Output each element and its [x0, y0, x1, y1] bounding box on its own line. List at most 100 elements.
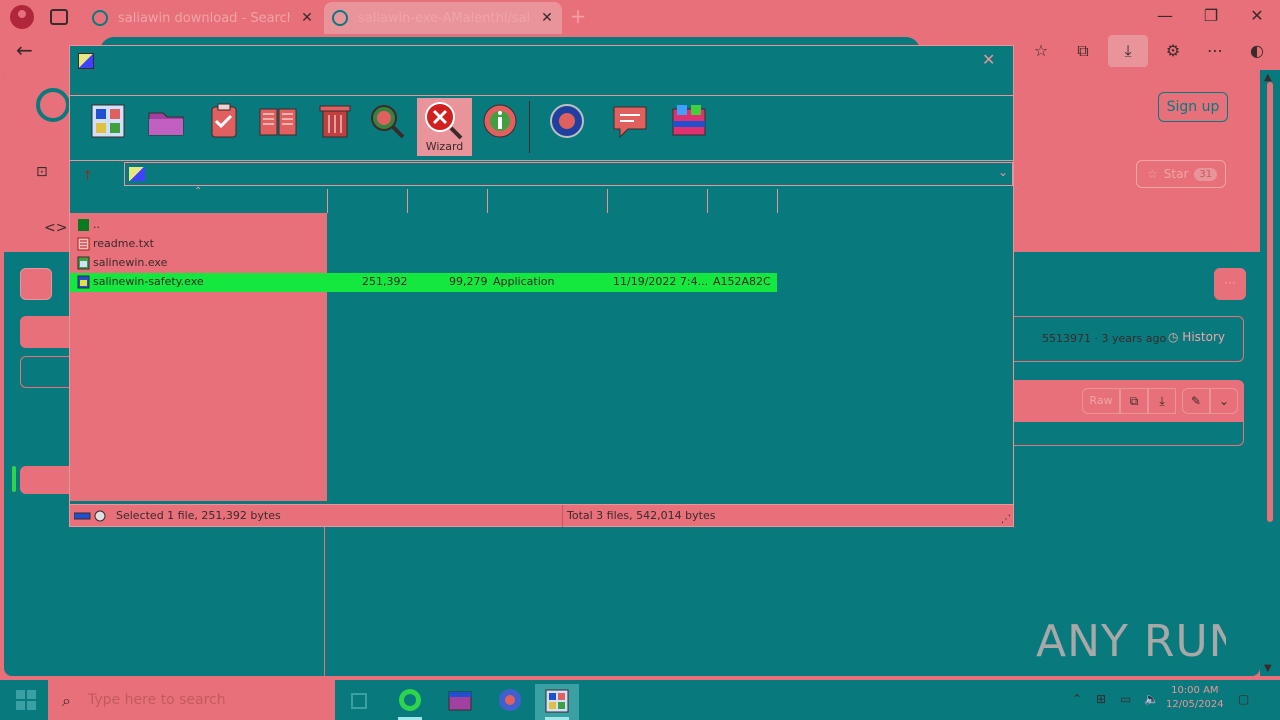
- file-list: ⌃ .. readme.txt salinewin.exe salinewin-…: [70, 186, 1013, 501]
- info-icon[interactable]: [480, 101, 520, 141]
- file-name: salinewin-safety.exe: [93, 275, 204, 288]
- list-item-selected[interactable]: salinewin-safety.exe 251,392 99,279 Appl…: [70, 273, 777, 292]
- column-header-modified[interactable]: [607, 189, 707, 213]
- virus-scan-icon[interactable]: [547, 101, 587, 141]
- comment-icon[interactable]: [610, 101, 650, 141]
- download-raw-icon[interactable]: ⤓: [1148, 388, 1176, 414]
- list-item[interactable]: salinewin.exe: [70, 254, 777, 273]
- close-icon[interactable]: ✕: [982, 50, 995, 69]
- favorites-star-icon[interactable]: ☆: [1030, 40, 1052, 62]
- wizard-icon: [425, 102, 463, 140]
- column-header-row: ⌃: [70, 186, 1013, 213]
- window-titlebar[interactable]: ✕: [70, 46, 1013, 95]
- repo-icon: ⊡: [36, 164, 48, 180]
- parent-folder-icon: [78, 219, 89, 231]
- back-arrow-icon[interactable]: ←: [16, 38, 33, 62]
- copilot-icon[interactable]: ◐: [1246, 40, 1268, 62]
- download-icon[interactable]: ⤓: [1117, 40, 1139, 62]
- restore-button[interactable]: ❐: [1196, 6, 1226, 28]
- page-scrollbar[interactable]: ▲ ▼: [1260, 70, 1280, 676]
- history-icon: ◷: [1168, 330, 1183, 344]
- status-selected: Selected 1 file, 251,392 bytes: [116, 509, 281, 522]
- code-tab-icon[interactable]: <>: [44, 220, 67, 236]
- exe-file-icon: [77, 256, 90, 270]
- wizard-button[interactable]: Wizard: [417, 98, 472, 156]
- column-header-packed[interactable]: [407, 189, 487, 213]
- active-item-indicator: [12, 466, 16, 492]
- chevron-down-icon[interactable]: ⌄: [998, 165, 1008, 179]
- column-header-crc[interactable]: [707, 189, 777, 213]
- extract-to-folder-icon[interactable]: [146, 101, 186, 141]
- sort-caret-icon: ⌃: [194, 186, 203, 197]
- star-button[interactable]: ☆ Star 31: [1136, 160, 1226, 188]
- file-crc: A152A82C: [713, 275, 771, 288]
- close-window-button[interactable]: ✕: [1242, 6, 1272, 28]
- raw-button[interactable]: Raw: [1082, 388, 1120, 414]
- file-name: readme.txt: [93, 237, 154, 250]
- add-files-icon[interactable]: [88, 101, 128, 141]
- edit-pencil-icon[interactable]: ✎: [1182, 388, 1210, 414]
- anyrun-watermark: ANY RUN: [1036, 606, 1226, 670]
- delete-trash-icon[interactable]: [315, 101, 355, 141]
- anyrun-logo-icon: ANY RUN: [1036, 616, 1226, 667]
- notifications-icon[interactable]: ▢: [1238, 692, 1249, 706]
- test-clipboard-icon[interactable]: [204, 101, 244, 141]
- scroll-down-icon[interactable]: ▼: [1264, 663, 1272, 674]
- file-content-frame: [1004, 422, 1244, 446]
- browser-icon[interactable]: [488, 684, 532, 720]
- new-tab-button[interactable]: +: [566, 6, 590, 28]
- browser-tab-github[interactable]: saliawin-exe-AMalenthi/saliawin ✕: [324, 2, 562, 34]
- more-menu-icon[interactable]: ⋯: [1204, 40, 1226, 62]
- column-header-size[interactable]: [327, 189, 407, 213]
- profile-avatar[interactable]: [10, 5, 34, 29]
- file-type: Application: [493, 275, 555, 288]
- sfx-icon[interactable]: [669, 101, 709, 141]
- drive-key-icon[interactable]: [74, 510, 110, 522]
- copy-icon[interactable]: ⧉: [1120, 388, 1148, 414]
- exe-file-icon: [77, 275, 90, 289]
- extensions-icon[interactable]: ⚙: [1162, 40, 1184, 62]
- resize-grip-icon[interactable]: ⋰: [1001, 514, 1011, 525]
- show-hidden-icons-icon[interactable]: ⌃: [1072, 692, 1082, 706]
- column-header-name[interactable]: ⌃: [70, 186, 327, 213]
- file-name: salinewin.exe: [93, 256, 168, 269]
- volume-icon[interactable]: 🔈: [1144, 692, 1159, 706]
- minimize-button[interactable]: —: [1150, 6, 1180, 28]
- windows-start-icon[interactable]: [16, 690, 36, 710]
- toolbar-separator: [529, 101, 530, 153]
- view-book-icon[interactable]: [258, 101, 298, 141]
- tab-close-icon[interactable]: ✕: [540, 10, 554, 26]
- find-magnifier-icon[interactable]: [367, 101, 407, 141]
- display-icon[interactable]: ▭: [1120, 692, 1131, 706]
- edge-browser-icon[interactable]: [388, 684, 432, 720]
- column-header-type[interactable]: [487, 189, 607, 213]
- side-panel-toggle-button[interactable]: [20, 268, 52, 300]
- github-favicon-icon: [332, 10, 348, 26]
- tab-actions-icon[interactable]: [50, 9, 68, 25]
- history-link[interactable]: ◷ History: [1168, 330, 1225, 344]
- watermark-text: ANY RUN: [1036, 616, 1226, 667]
- file-explorer-icon[interactable]: [438, 684, 482, 720]
- scroll-thumb[interactable]: [1267, 82, 1273, 522]
- commit-info[interactable]: 5513971 · 3 years ago: [1042, 332, 1166, 345]
- network-icon[interactable]: ⊞: [1096, 692, 1106, 706]
- list-item[interactable]: readme.txt: [70, 235, 777, 254]
- up-folder-arrow-icon[interactable]: 🡑: [84, 165, 91, 189]
- history-label: History: [1182, 330, 1225, 344]
- chevron-down-icon[interactable]: ⌄: [1210, 388, 1238, 414]
- list-item[interactable]: ..: [70, 216, 777, 235]
- tab-close-icon[interactable]: ✕: [300, 10, 314, 26]
- search-icon: ⌕: [62, 691, 71, 710]
- archive-path-combobox[interactable]: ⌄: [124, 162, 1013, 186]
- file-modified: 11/19/2022 7:4...: [613, 275, 709, 288]
- sign-up-button[interactable]: Sign up: [1158, 92, 1228, 122]
- browser-tab-search[interactable]: saliawin download - Search ✕: [84, 2, 322, 34]
- system-clock[interactable]: 10:00 AM 12/05/2024: [1166, 684, 1224, 712]
- star-icon: ☆: [1147, 167, 1158, 181]
- task-view-icon[interactable]: [338, 684, 382, 720]
- archive-manager-task-icon[interactable]: [535, 684, 579, 720]
- collections-icon[interactable]: ⧉: [1072, 40, 1094, 62]
- github-logo-icon[interactable]: [36, 88, 70, 122]
- more-options-button[interactable]: ···: [1214, 268, 1246, 300]
- taskbar-search-box[interactable]: ⌕ Type here to search: [48, 680, 335, 720]
